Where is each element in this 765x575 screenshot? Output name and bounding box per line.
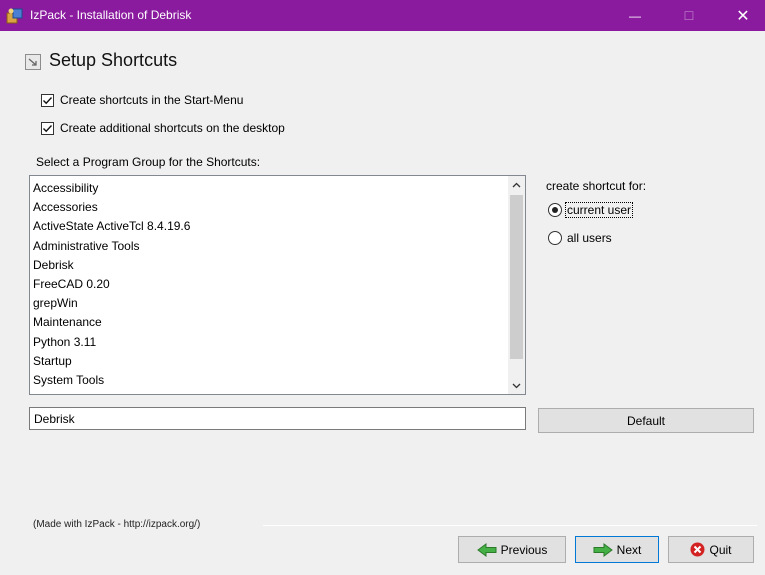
list-item[interactable]: grepWin — [33, 294, 190, 313]
scroll-up-button[interactable] — [508, 176, 525, 193]
current-user-option[interactable]: current user — [548, 202, 634, 218]
footer-separator — [263, 525, 757, 526]
next-button[interactable]: Next — [575, 536, 659, 563]
list-item[interactable]: ActiveState ActiveTcl 8.4.19.6 — [33, 217, 190, 236]
scroll-down-button[interactable] — [508, 377, 525, 394]
all-users-radio[interactable] — [548, 231, 562, 245]
window-title: IzPack - Installation of Debrisk — [30, 8, 192, 22]
all-users-label: all users — [567, 231, 612, 245]
quit-button[interactable]: Quit — [668, 536, 754, 563]
izpack-app-icon — [6, 8, 23, 24]
checkmark-icon — [43, 96, 53, 104]
checkmark-icon — [43, 124, 53, 132]
start-menu-checkbox-row[interactable]: Create shortcuts in the Start-Menu — [41, 93, 243, 107]
chevron-down-icon — [512, 383, 521, 388]
close-button[interactable]: ✕ — [720, 0, 765, 31]
program-group-label: Select a Program Group for the Shortcuts… — [36, 155, 261, 169]
all-users-option[interactable]: all users — [548, 231, 613, 245]
list-item[interactable]: Startup — [33, 352, 190, 371]
program-group-items: Accessibility Accessories ActiveState Ac… — [33, 179, 190, 390]
desktop-checkbox-label: Create additional shortcuts on the deskt… — [60, 121, 285, 135]
close-circle-icon — [690, 542, 705, 557]
list-item[interactable]: FreeCAD 0.20 — [33, 275, 190, 294]
list-item[interactable]: Administrative Tools — [33, 237, 190, 256]
made-with-izpack: (Made with IzPack - http://izpack.org/) — [33, 519, 201, 530]
desktop-checkbox-row[interactable]: Create additional shortcuts on the deskt… — [41, 121, 285, 135]
list-item[interactable]: Debrisk — [33, 256, 190, 275]
current-user-radio[interactable] — [548, 203, 562, 217]
shortcut-icon — [25, 54, 41, 70]
shortcut-for-label: create shortcut for: — [546, 179, 647, 193]
list-item[interactable]: Accessories — [33, 198, 190, 217]
start-menu-checkbox-label: Create shortcuts in the Start-Menu — [60, 93, 244, 107]
desktop-checkbox[interactable] — [41, 121, 54, 135]
quit-button-label: Quit — [709, 542, 732, 557]
default-button[interactable]: Default — [538, 408, 754, 433]
page-title: Setup Shortcuts — [49, 50, 178, 70]
previous-button-label: Previous — [500, 542, 548, 557]
maximize-button[interactable]: ☐ — [666, 0, 712, 31]
radio-selected-dot — [552, 207, 558, 213]
list-item[interactable]: Accessibility — [33, 179, 190, 198]
list-item[interactable]: System Tools — [33, 371, 190, 390]
arrow-left-icon — [476, 542, 497, 557]
title-bar: IzPack - Installation of Debrisk — ☐ ✕ — [0, 0, 765, 31]
previous-button[interactable]: Previous — [458, 536, 566, 563]
installer-panel: Setup Shortcuts Create shortcuts in the … — [8, 31, 765, 575]
list-item[interactable]: Python 3.11 — [33, 333, 190, 352]
chevron-up-icon — [512, 182, 521, 187]
program-group-name-input[interactable] — [29, 407, 526, 430]
arrow-right-icon — [593, 542, 613, 557]
scroll-thumb[interactable] — [510, 195, 523, 359]
current-user-label: current user — [564, 202, 634, 218]
list-item[interactable]: Maintenance — [33, 313, 190, 332]
start-menu-checkbox[interactable] — [41, 93, 54, 107]
minimize-button[interactable]: — — [612, 0, 658, 31]
program-group-list[interactable]: Accessibility Accessories ActiveState Ac… — [29, 175, 526, 395]
vertical-scrollbar[interactable] — [508, 176, 525, 394]
next-button-label: Next — [616, 542, 642, 557]
